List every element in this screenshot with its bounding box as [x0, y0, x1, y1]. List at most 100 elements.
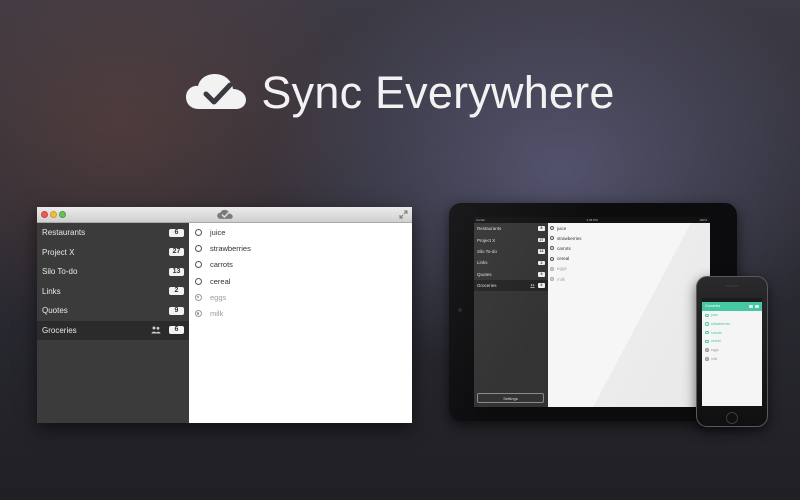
- sidebar-item-links[interactable]: Links 2: [474, 257, 548, 268]
- checkbox-circle-icon[interactable]: [195, 277, 202, 285]
- sidebar-item-quotes[interactable]: Quotes 9: [37, 301, 189, 321]
- checkbox-circle-icon[interactable]: [705, 339, 709, 344]
- task-text: cereal: [557, 256, 570, 262]
- nav-bar: Groceries: [702, 302, 762, 311]
- task-item[interactable]: juice: [189, 224, 412, 240]
- task-text: eggs: [557, 266, 567, 272]
- speaker-grille: [725, 285, 739, 287]
- task-item-completed[interactable]: milk: [702, 354, 762, 363]
- checkbox-checked-icon[interactable]: [195, 293, 202, 301]
- sidebar-item-label: Project X: [42, 247, 75, 257]
- count-badge: 27: [169, 248, 184, 257]
- ipad-task-list: juice strawberries carrots cereal eggs m…: [548, 223, 710, 407]
- task-text: cereal: [210, 276, 231, 286]
- checkbox-circle-icon[interactable]: [550, 246, 554, 251]
- task-item[interactable]: cereal: [548, 254, 710, 264]
- task-item[interactable]: juice: [548, 223, 710, 233]
- task-text: milk: [711, 356, 718, 361]
- camera-icon: [458, 308, 462, 312]
- task-item[interactable]: juice: [702, 311, 762, 320]
- ipad-device: Carrier 3:38 PM 100% Restaurants 6 Proje…: [449, 203, 737, 421]
- ipad-screen: Carrier 3:38 PM 100% Restaurants 6 Proje…: [474, 217, 710, 407]
- checkbox-circle-icon[interactable]: [705, 313, 709, 318]
- sidebar-item-label: Links: [42, 286, 61, 296]
- sidebar-item-label: Project X: [477, 237, 496, 243]
- checkbox-circle-icon[interactable]: [705, 330, 709, 335]
- sidebar-item-label: Silo To-do: [42, 267, 78, 277]
- task-item[interactable]: carrots: [189, 257, 412, 273]
- task-item[interactable]: strawberries: [189, 240, 412, 256]
- checkbox-checked-icon[interactable]: [550, 277, 554, 282]
- task-text: milk: [557, 276, 565, 282]
- window-zoom-button[interactable]: [59, 211, 66, 218]
- sidebar-item-restaurants[interactable]: Restaurants 6: [37, 223, 189, 243]
- task-item[interactable]: strawberries: [702, 320, 762, 329]
- checkbox-circle-icon[interactable]: [195, 228, 202, 236]
- count-badge: 2: [169, 287, 184, 296]
- sidebar-item-label: Restaurants: [477, 226, 502, 232]
- share-icon[interactable]: [749, 305, 753, 308]
- sidebar-item-label: Quotes: [477, 271, 492, 277]
- sidebar-item-project-x[interactable]: Project X 27: [474, 234, 548, 245]
- sidebar-item-label: Groceries: [42, 325, 77, 335]
- task-item-completed[interactable]: eggs: [702, 346, 762, 355]
- task-text: carrots: [210, 260, 233, 270]
- task-item[interactable]: cereal: [702, 337, 762, 346]
- task-item[interactable]: strawberries: [548, 233, 710, 243]
- checkbox-circle-icon[interactable]: [195, 244, 202, 252]
- task-item-completed[interactable]: milk: [548, 274, 710, 284]
- iphone-screen: Groceries juice strawberries carrots cer…: [702, 298, 762, 406]
- task-text: strawberries: [711, 322, 731, 327]
- task-item[interactable]: carrots: [702, 328, 762, 337]
- count-badge: 2: [538, 260, 545, 266]
- checkbox-checked-icon[interactable]: [705, 348, 709, 352]
- task-text: carrots: [557, 245, 571, 251]
- checkbox-checked-icon[interactable]: [550, 266, 554, 271]
- count-badge: [755, 305, 759, 308]
- checkbox-checked-icon[interactable]: [705, 357, 709, 361]
- task-text: carrots: [711, 330, 722, 335]
- checkbox-circle-icon[interactable]: [550, 256, 554, 261]
- count-badge: 27: [538, 237, 545, 243]
- sidebar-item-groceries[interactable]: Groceries 6: [474, 279, 548, 292]
- task-item-completed[interactable]: eggs: [548, 264, 710, 274]
- sidebar-item-label: Groceries: [477, 283, 497, 289]
- checkbox-circle-icon[interactable]: [550, 236, 554, 241]
- sidebar-item-quotes[interactable]: Quotes 9: [474, 269, 548, 280]
- count-badge: 9: [169, 306, 184, 315]
- sidebar-item-label: Links: [477, 260, 488, 266]
- fullscreen-icon[interactable]: [399, 210, 408, 219]
- task-text: milk: [210, 309, 224, 319]
- checkbox-checked-icon[interactable]: [195, 310, 202, 318]
- count-badge: 6: [169, 228, 184, 237]
- count-badge: 9: [538, 272, 545, 277]
- sidebar-item-restaurants[interactable]: Restaurants 6: [474, 223, 548, 234]
- cloud-check-icon: [186, 74, 247, 109]
- checkbox-circle-icon[interactable]: [705, 322, 709, 326]
- task-item-completed[interactable]: eggs: [189, 289, 412, 305]
- sidebar-item-silo-to-do[interactable]: Silo To-do 13: [474, 246, 548, 257]
- checkbox-circle-icon[interactable]: [550, 226, 554, 231]
- task-item[interactable]: cereal: [189, 273, 412, 289]
- window-minimize-button[interactable]: [50, 211, 57, 218]
- count-badge: 6: [538, 226, 545, 231]
- sidebar-item-silo-to-do[interactable]: Silo To-do 13: [37, 262, 189, 282]
- task-text: cereal: [711, 339, 721, 344]
- battery-label: 100%: [699, 218, 707, 222]
- mac-sidebar: Restaurants 6 Project X 27 Silo To-do 13…: [37, 223, 189, 423]
- task-text: eggs: [210, 292, 227, 302]
- sidebar-item-groceries[interactable]: Groceries 6: [37, 320, 189, 340]
- task-item[interactable]: carrots: [548, 243, 710, 253]
- count-badge: 6: [538, 283, 545, 288]
- mac-window: Restaurants 6 Project X 27 Silo To-do 13…: [37, 207, 412, 423]
- nav-title: Groceries: [705, 304, 721, 308]
- checkbox-circle-icon[interactable]: [195, 261, 202, 269]
- sidebar-item-project-x[interactable]: Project X 27: [37, 243, 189, 263]
- mac-titlebar[interactable]: [37, 207, 412, 223]
- task-item-completed[interactable]: milk: [189, 305, 412, 321]
- sidebar-item-links[interactable]: Links 2: [37, 282, 189, 302]
- window-close-button[interactable]: [41, 211, 48, 218]
- shared-people-icon: [151, 326, 161, 334]
- settings-button[interactable]: Settings: [477, 393, 544, 403]
- task-text: juice: [210, 227, 226, 237]
